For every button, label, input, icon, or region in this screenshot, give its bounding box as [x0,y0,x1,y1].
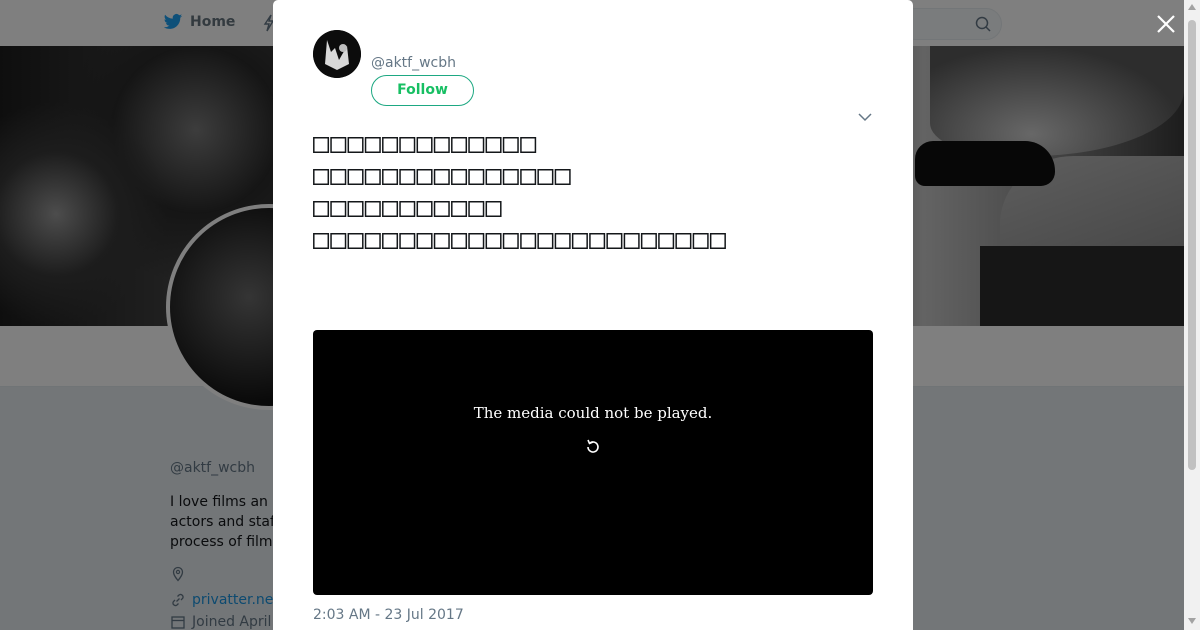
media-error-message: The media could not be played. [473,404,713,422]
tweet-text-line: □□□□□□□□□□□□□ [313,128,538,159]
tweet-author-handle[interactable]: @aktf_wcbh [371,55,456,71]
scroll-up-arrow-icon[interactable] [1188,4,1196,10]
media-player[interactable]: The media could not be played. [313,330,873,595]
tweet-text-line: □□□□□□□□□□□□□□□ [313,160,572,191]
tweet-text-line: □□□□□□□□□□□ [313,192,503,223]
close-icon[interactable] [1154,12,1178,36]
tweet-modal: @aktf_wcbh Follow □□□□□□□□□□□□□ □□□□□□□□… [273,0,913,630]
tweet-author-avatar[interactable] [313,30,361,78]
tweet-text-line: □□□□□□□□□□□□□□□□□□□□□□□□ [313,224,728,255]
avatar-figure-image [313,30,361,78]
tweet-timestamp[interactable]: 2:03 AM - 23 Jul 2017 [313,607,464,623]
chevron-down-icon[interactable] [858,112,872,122]
tweet-text: □□□□□□□□□□□□□ □□□□□□□□□□□□□□□ □□□□□□□□□□… [313,128,873,256]
scrollbar-thumb[interactable] [1188,20,1196,470]
retry-icon[interactable] [583,437,603,457]
follow-button[interactable]: Follow [371,75,474,106]
page-scrollbar[interactable] [1184,0,1200,630]
scroll-down-arrow-icon[interactable] [1188,618,1196,624]
